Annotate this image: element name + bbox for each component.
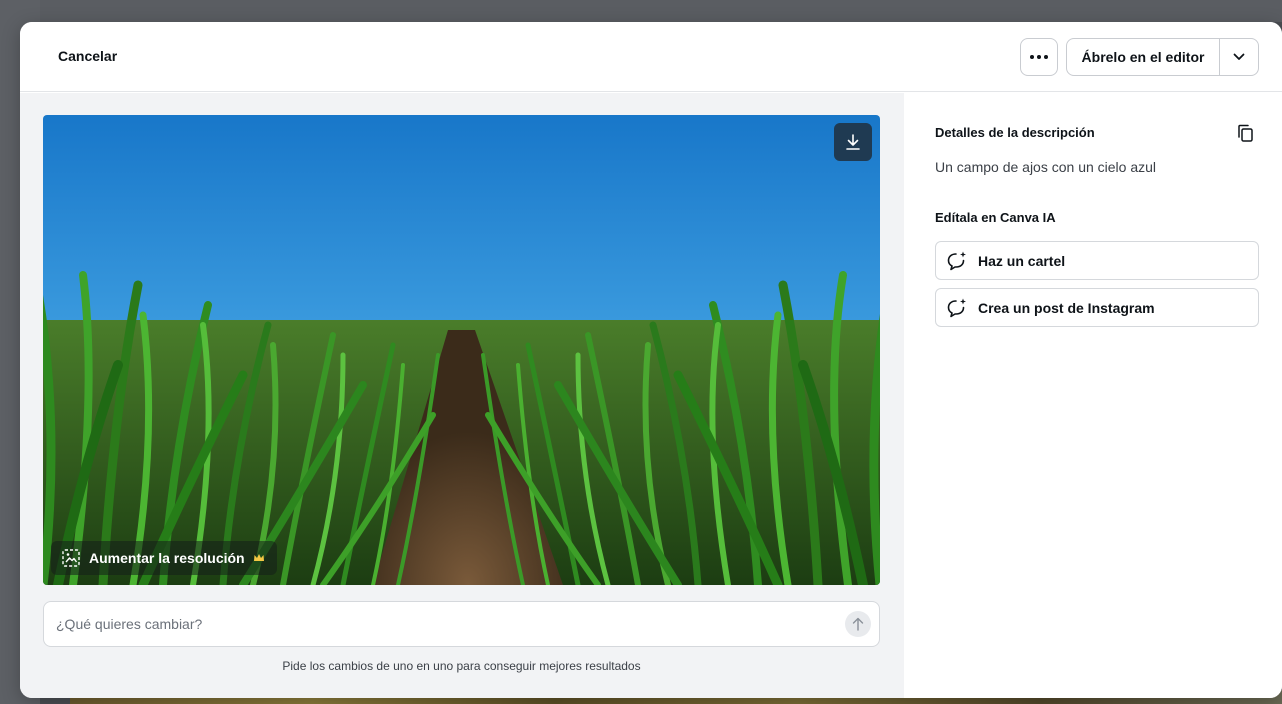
- arrow-up-icon: [852, 617, 864, 631]
- generated-image: Aumentar la resolución: [43, 115, 880, 585]
- more-options-button[interactable]: [1020, 38, 1058, 76]
- edit-prompt-input[interactable]: [44, 616, 845, 632]
- chevron-down-icon: [1233, 53, 1245, 60]
- instagram-post-label: Crea un post de Instagram: [978, 299, 1155, 316]
- description-heading: Detalles de la descripción: [935, 125, 1095, 140]
- sparkle-chat-icon: [947, 251, 966, 270]
- more-horizontal-icon: [1030, 55, 1034, 59]
- open-in-editor-button[interactable]: Ábrelo en el editor: [1067, 39, 1220, 75]
- upscale-label: Aumentar la resolución: [89, 550, 245, 566]
- download-icon: [846, 134, 860, 150]
- copy-description-button[interactable]: [1233, 121, 1257, 145]
- open-editor-dropdown-button[interactable]: [1220, 39, 1258, 75]
- open-editor-split-button: Ábrelo en el editor: [1066, 38, 1259, 76]
- prompt-hint: Pide los cambios de uno en uno para cons…: [282, 659, 641, 673]
- make-poster-button[interactable]: Haz un cartel: [935, 241, 1259, 280]
- sparkle-chat-icon: [947, 298, 966, 317]
- details-panel: Detalles de la descripción Un campo de a…: [904, 93, 1282, 698]
- upscale-button[interactable]: Aumentar la resolución: [51, 541, 277, 575]
- cancel-button[interactable]: Cancelar: [58, 48, 117, 64]
- crown-icon: [253, 554, 264, 561]
- image-preview-dialog: Cancelar Ábrelo en el editor Aumentar la…: [20, 22, 1282, 698]
- dialog-header: Cancelar Ábrelo en el editor: [20, 22, 1282, 92]
- make-poster-label: Haz un cartel: [978, 252, 1066, 269]
- edit-ai-heading: Edítala en Canva IA: [935, 210, 1056, 225]
- image-upscale-icon: [62, 549, 80, 567]
- garlic-field-image: [43, 115, 880, 585]
- background-app-top: [0, 0, 1282, 22]
- description-text: Un campo de ajos con un cielo azul: [935, 159, 1157, 175]
- copy-icon: [1238, 124, 1253, 142]
- edit-prompt-field: [43, 601, 880, 647]
- download-button[interactable]: [834, 123, 872, 161]
- instagram-post-button[interactable]: Crea un post de Instagram: [935, 288, 1259, 327]
- send-prompt-button[interactable]: [845, 611, 871, 637]
- preview-panel: Aumentar la resolución Pide los cambios …: [20, 93, 904, 698]
